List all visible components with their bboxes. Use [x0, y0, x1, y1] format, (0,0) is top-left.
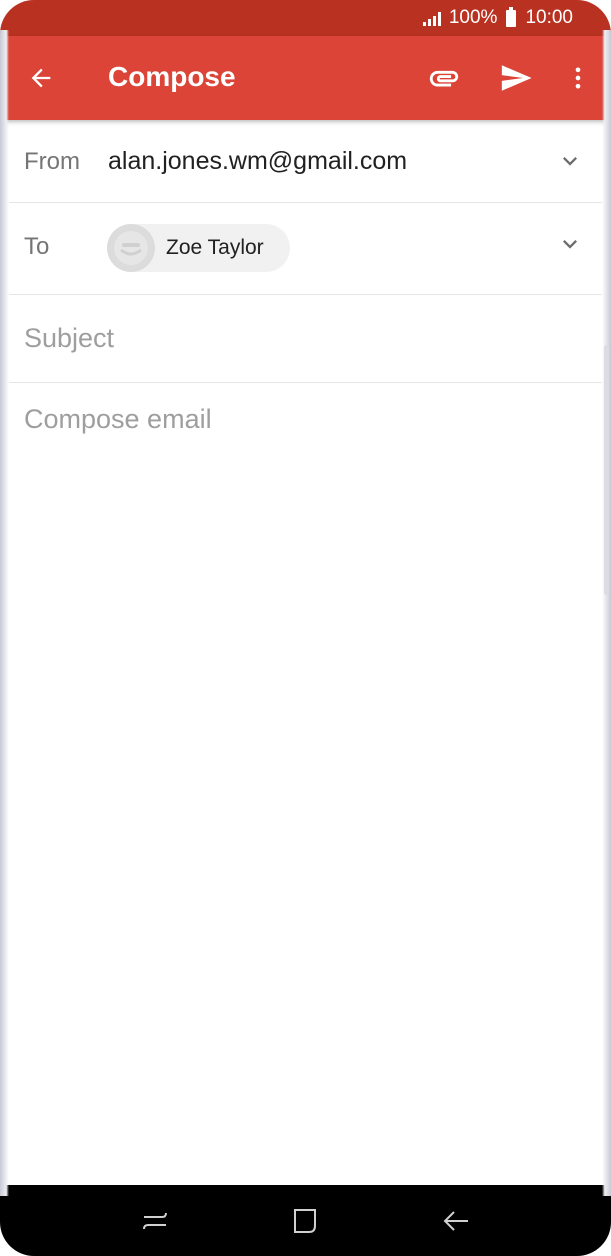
battery-percent: 100%	[448, 7, 498, 28]
avatar	[107, 224, 155, 272]
home-icon	[294, 1208, 317, 1233]
contact-avatar-icon	[114, 231, 148, 265]
attach-button[interactable]	[420, 54, 468, 102]
arrow-left-icon	[31, 68, 51, 88]
to-dropdown-button[interactable]	[555, 229, 585, 259]
screen-edge-left	[0, 30, 9, 1196]
send-icon	[501, 65, 532, 91]
paperclip-icon	[429, 70, 459, 87]
clock: 10:00	[525, 7, 573, 28]
from-row[interactable]: From alan.jones.wm@gmail.com	[9, 120, 602, 203]
more-options-button[interactable]	[554, 54, 602, 102]
system-nav-bar	[0, 1185, 611, 1256]
recipient-chip[interactable]: Zoe Taylor	[107, 224, 290, 272]
signal-icon	[422, 11, 441, 26]
chevron-down-icon	[563, 157, 577, 166]
recents-button[interactable]	[130, 1196, 180, 1246]
status-bar: 100% 10:00	[0, 0, 611, 36]
to-label: To	[24, 233, 50, 260]
battery-icon	[506, 6, 517, 27]
system-back-button[interactable]	[431, 1196, 481, 1246]
from-dropdown-button[interactable]	[555, 146, 585, 176]
screen-edge-right	[602, 30, 611, 1196]
recents-icon	[143, 1212, 168, 1229]
more-vert-icon	[575, 67, 581, 89]
edge-panel-handle[interactable]	[604, 345, 609, 595]
back-button[interactable]	[17, 54, 65, 102]
recipient-name: Zoe Taylor	[166, 236, 264, 259]
app-bar: Compose	[0, 36, 611, 120]
subject-input[interactable]	[24, 323, 584, 354]
send-button[interactable]	[492, 54, 540, 102]
device-screen: 100% 10:00 Compose From alan.jones.wm@gm…	[0, 0, 611, 1256]
from-account[interactable]: alan.jones.wm@gmail.com	[108, 147, 407, 176]
chevron-down-icon	[563, 240, 577, 249]
to-row[interactable]: To Zoe Taylor	[9, 203, 602, 295]
compose-body-input[interactable]	[24, 404, 584, 1164]
from-label: From	[24, 148, 80, 175]
back-icon	[443, 1210, 468, 1231]
subject-row	[9, 295, 602, 383]
page-title: Compose	[108, 61, 236, 92]
home-button[interactable]	[280, 1196, 330, 1246]
